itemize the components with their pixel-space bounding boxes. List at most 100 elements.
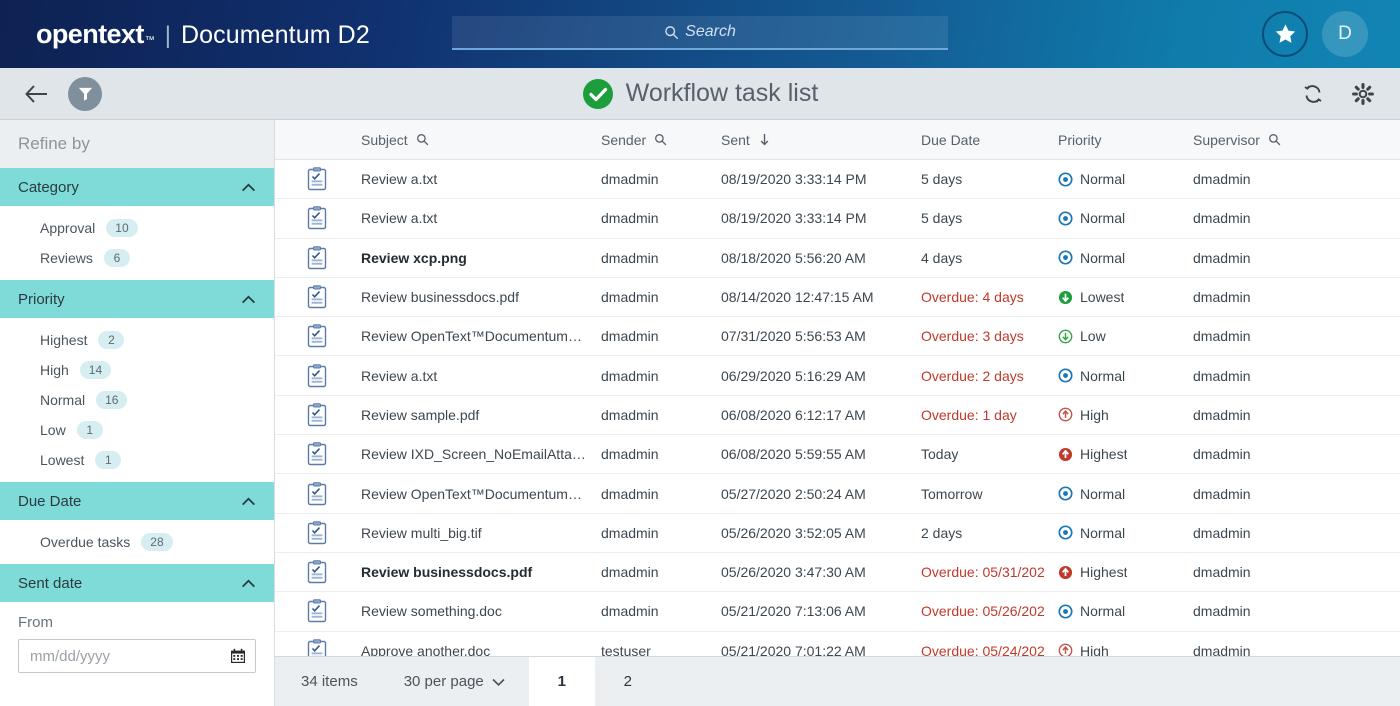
cell-priority: Lowest (1058, 289, 1193, 305)
facet-item-lowest[interactable]: Lowest1 (0, 445, 274, 475)
column-header-sender[interactable]: Sender (601, 132, 721, 148)
facet-item-high[interactable]: High14 (0, 355, 274, 385)
task-document-icon (307, 599, 327, 623)
facet-header-due-date[interactable]: Due Date (0, 482, 274, 520)
facet-body: Highest2High14Normal16Low1Lowest1 (0, 318, 274, 482)
cell-priority: Highest (1058, 446, 1193, 462)
column-header-supervisor[interactable]: Supervisor (1193, 132, 1353, 148)
cell-subject[interactable]: Review businessdocs.pdf (361, 289, 601, 305)
table-row[interactable]: Review xcp.pngdmadmin08/18/2020 5:56:20 … (275, 239, 1400, 278)
cell-due-date: Overdue: 3 days (921, 328, 1058, 344)
facet-header-category[interactable]: Category (0, 168, 274, 206)
filter-button[interactable] (68, 77, 102, 111)
table-row[interactable]: Review businessdocs.pdfdmadmin05/26/2020… (275, 553, 1400, 592)
table-row[interactable]: Review IXD_Screen_NoEmailAtta…dmadmin06/… (275, 435, 1400, 474)
column-header-priority[interactable]: Priority (1058, 132, 1193, 148)
toolbar-right (1302, 83, 1374, 105)
facet-body: Overdue tasks28 (0, 520, 274, 564)
facet-header-sent-date[interactable]: Sent date (0, 564, 274, 602)
row-icon-cell (275, 285, 361, 309)
table-row[interactable]: Review sample.pdfdmadmin06/08/2020 6:12:… (275, 396, 1400, 435)
facet-item-count: 6 (104, 249, 130, 267)
cell-subject[interactable]: Review xcp.png (361, 250, 601, 266)
global-search[interactable]: Search (452, 16, 948, 50)
toolbar-title: Workflow task list (0, 68, 1400, 119)
cell-due-date: Overdue: 05/26/202 (921, 603, 1058, 619)
pagination-bar: 34 items 30 per page 12 (275, 656, 1400, 706)
brand[interactable]: opentext™ | Documentum D2 (0, 19, 370, 50)
cell-supervisor: dmadmin (1193, 446, 1353, 462)
cell-subject[interactable]: Review something.doc (361, 603, 601, 619)
cell-priority: Normal (1058, 525, 1193, 541)
facet-header-priority[interactable]: Priority (0, 280, 274, 318)
toolbar-left (0, 77, 102, 111)
cell-sent: 05/21/2020 7:01:22 AM (721, 643, 921, 656)
column-label: Due Date (921, 132, 980, 148)
table-row[interactable]: Review multi_big.tifdmadmin05/26/2020 3:… (275, 514, 1400, 553)
cell-subject[interactable]: Review a.txt (361, 210, 601, 226)
sort-desc-icon[interactable] (758, 133, 771, 146)
page-button[interactable]: 1 (529, 657, 595, 706)
per-page-select[interactable]: 30 per page (380, 657, 529, 706)
facet-item-count: 2 (98, 331, 124, 349)
cell-subject[interactable]: Review a.txt (361, 171, 601, 187)
facet-item-overdue-tasks[interactable]: Overdue tasks28 (0, 527, 274, 557)
facet-item-reviews[interactable]: Reviews6 (0, 243, 274, 273)
cell-sent: 05/27/2020 2:50:24 AM (721, 486, 921, 502)
search-icon[interactable] (416, 133, 429, 146)
opentext-logo: opentext (36, 19, 144, 50)
facet-item-normal[interactable]: Normal16 (0, 385, 274, 415)
table-row[interactable]: Review OpenText™Documentum…dmadmin07/31/… (275, 317, 1400, 356)
search-icon[interactable] (654, 133, 667, 146)
facet-item-approval[interactable]: Approval10 (0, 213, 274, 243)
calendar-icon[interactable] (230, 648, 246, 664)
back-arrow-icon[interactable] (24, 81, 50, 107)
search-icon (664, 25, 679, 40)
cell-subject[interactable]: Review a.txt (361, 368, 601, 384)
refresh-icon[interactable] (1302, 83, 1324, 105)
cell-sent: 08/18/2020 5:56:20 AM (721, 250, 921, 266)
cell-sender: dmadmin (601, 407, 721, 423)
cell-subject[interactable]: Review businessdocs.pdf (361, 564, 601, 580)
from-date-input[interactable]: mm/dd/yyyy (18, 639, 256, 673)
cell-due-date: Overdue: 05/31/202 (921, 564, 1058, 580)
facet-item-highest[interactable]: Highest2 (0, 325, 274, 355)
table-row[interactable]: Review a.txtdmadmin08/19/2020 3:33:14 PM… (275, 199, 1400, 238)
facet-item-low[interactable]: Low1 (0, 415, 274, 445)
cell-subject[interactable]: Approve another.doc (361, 643, 601, 656)
column-header-due-date[interactable]: Due Date (921, 132, 1058, 148)
user-avatar[interactable]: D (1322, 11, 1368, 57)
table-row[interactable]: Review businessdocs.pdfdmadmin08/14/2020… (275, 278, 1400, 317)
search-icon[interactable] (1268, 133, 1281, 146)
column-header-sent[interactable]: Sent (721, 132, 921, 148)
search-input[interactable]: Search (452, 16, 948, 50)
cell-priority: Normal (1058, 486, 1193, 502)
column-label: Supervisor (1193, 132, 1260, 148)
priority-lowest-icon (1058, 290, 1073, 305)
cell-subject[interactable]: Review IXD_Screen_NoEmailAtta… (361, 446, 601, 462)
cell-subject[interactable]: Review OpenText™Documentum… (361, 328, 601, 344)
chevron-up-icon (241, 295, 256, 304)
cell-due-date: Overdue: 1 day (921, 407, 1058, 423)
column-header-subject[interactable]: Subject (361, 132, 601, 148)
table-row[interactable]: Review a.txtdmadmin06/29/2020 5:16:29 AM… (275, 356, 1400, 395)
cell-subject[interactable]: Review multi_big.tif (361, 525, 601, 541)
favorites-button[interactable] (1262, 11, 1308, 57)
table-row[interactable]: Review something.docdmadmin05/21/2020 7:… (275, 592, 1400, 631)
cell-sent: 07/31/2020 5:56:53 AM (721, 328, 921, 344)
cell-supervisor: dmadmin (1193, 486, 1353, 502)
task-list: Subject Sender Sent (275, 120, 1400, 706)
table-row[interactable]: Approve another.doctestuser05/21/2020 7:… (275, 632, 1400, 656)
cell-subject[interactable]: Review sample.pdf (361, 407, 601, 423)
cell-supervisor: dmadmin (1193, 407, 1353, 423)
page-button[interactable]: 2 (595, 657, 661, 706)
cell-subject[interactable]: Review OpenText™Documentum… (361, 486, 601, 502)
cell-sent: 05/26/2020 3:47:30 AM (721, 564, 921, 580)
table-row[interactable]: Review a.txtdmadmin08/19/2020 3:33:14 PM… (275, 160, 1400, 199)
star-icon (1274, 23, 1297, 45)
gear-icon[interactable] (1352, 83, 1374, 105)
facet-list: CategoryApproval10Reviews6PriorityHighes… (0, 168, 274, 564)
table-row[interactable]: Review OpenText™Documentum… dmadmin 05/27/… (275, 474, 1400, 513)
priority-highest-icon (1058, 447, 1073, 462)
priority-normal-icon (1058, 604, 1073, 619)
